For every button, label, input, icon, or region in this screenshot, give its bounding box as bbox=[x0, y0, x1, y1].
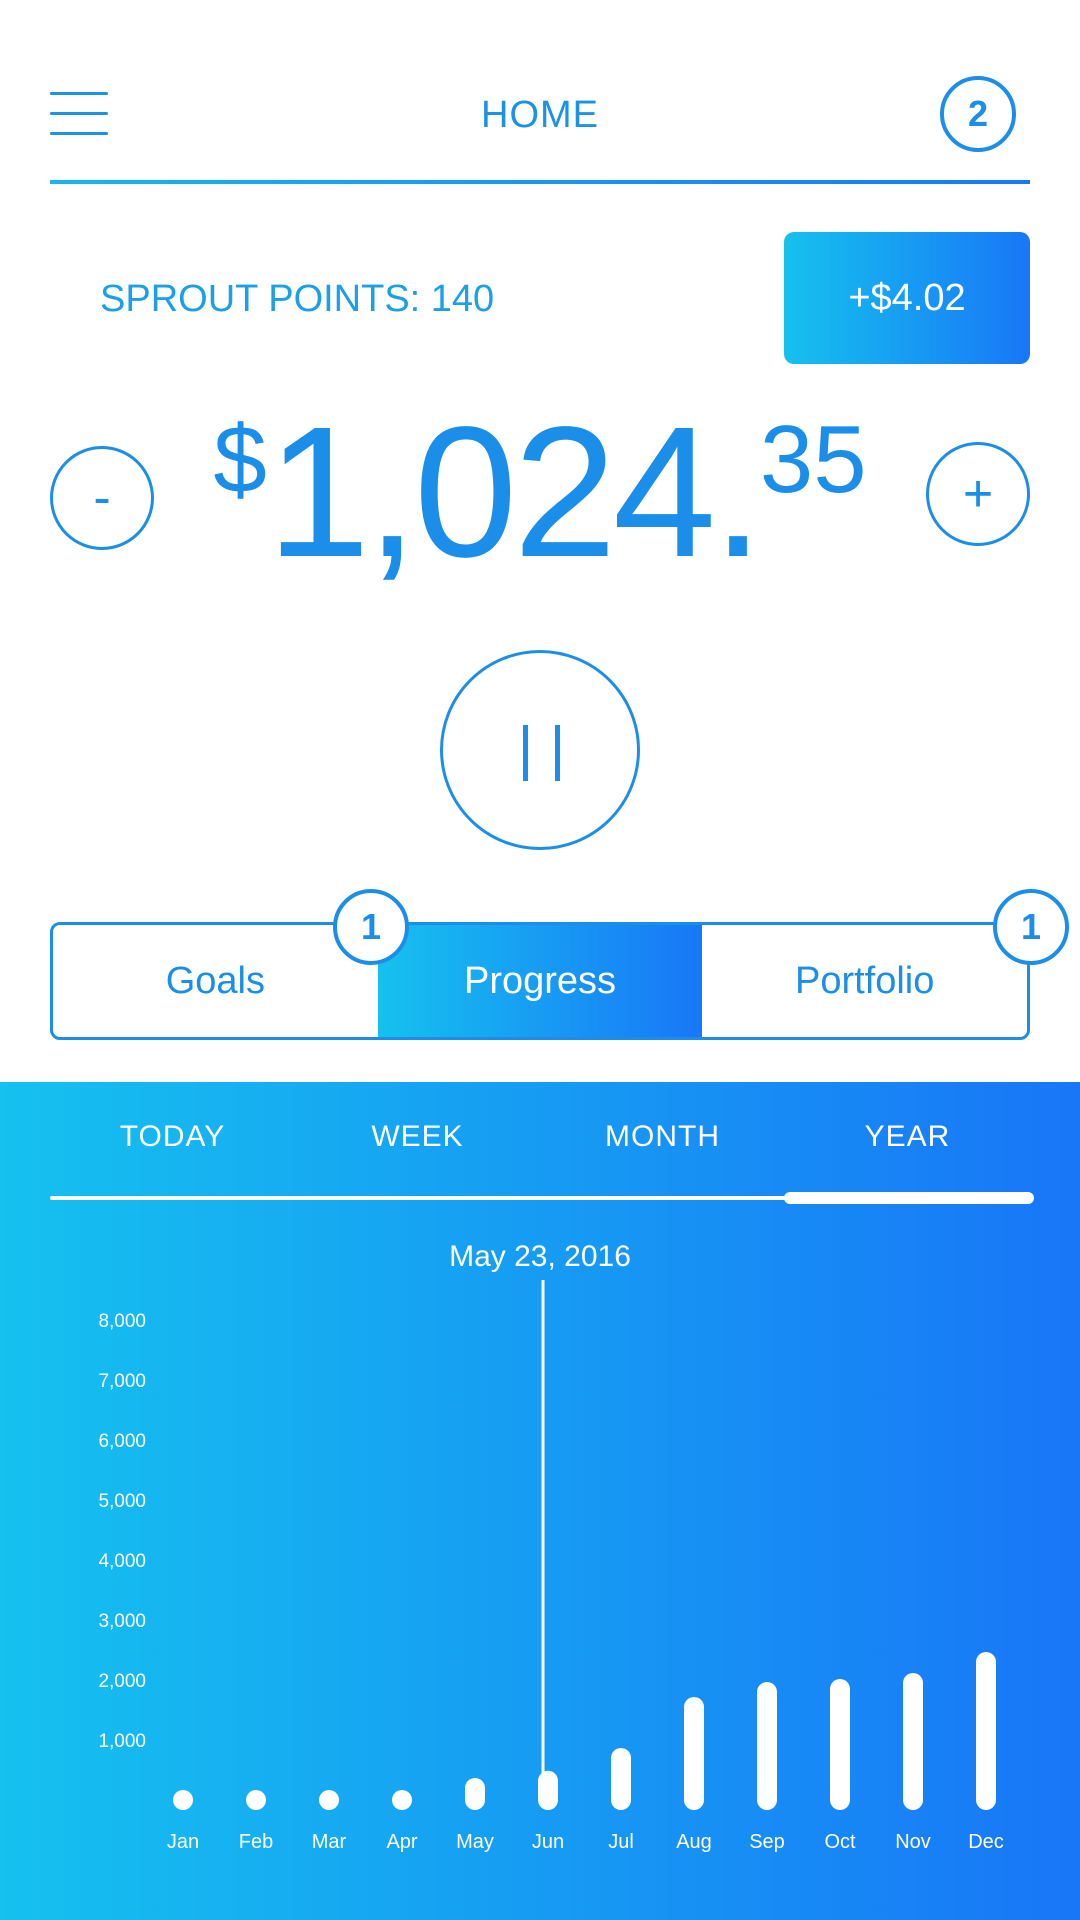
tab-portfolio[interactable]: Portfolio bbox=[702, 925, 1027, 1037]
gain-button[interactable]: +$4.02 bbox=[784, 232, 1030, 364]
y-tick-label: 6,000 bbox=[98, 1431, 146, 1452]
chart-bar[interactable] bbox=[830, 1679, 850, 1810]
section-tabs: Goals Progress Portfolio 1 1 bbox=[50, 889, 1069, 1040]
x-tick-label: Mar bbox=[312, 1831, 347, 1853]
chart-bar[interactable] bbox=[903, 1673, 923, 1810]
progress-chart: 1,000 2,000 3,000 4,000 5,000 6,000 7,000 8,000… bbox=[98, 1280, 1004, 1853]
notification-badge[interactable]: 2 bbox=[940, 76, 1016, 152]
pause-icon bbox=[523, 725, 528, 781]
chart-bar[interactable] bbox=[392, 1790, 412, 1810]
chart-bar[interactable] bbox=[173, 1790, 193, 1810]
y-tick-label: 8,000 bbox=[98, 1311, 146, 1332]
x-tick-label: Jun bbox=[532, 1831, 564, 1853]
chart-bar[interactable] bbox=[684, 1697, 704, 1810]
chart-bar[interactable] bbox=[538, 1770, 558, 1810]
tab-progress[interactable]: Progress bbox=[377, 925, 703, 1037]
x-tick-label: Nov bbox=[895, 1831, 931, 1853]
y-tick-label: 7,000 bbox=[98, 1371, 146, 1392]
chart-bar[interactable] bbox=[246, 1790, 266, 1810]
chart-bar[interactable] bbox=[465, 1778, 485, 1810]
x-tick-label: Jan bbox=[167, 1831, 199, 1853]
chart-bar[interactable] bbox=[611, 1748, 631, 1810]
goals-badge: 1 bbox=[333, 889, 409, 965]
page-title: HOME bbox=[481, 94, 599, 136]
balance-amount: $1,024.35 bbox=[0, 400, 1080, 586]
tab-goals[interactable]: Goals bbox=[53, 925, 378, 1037]
y-tick-label: 3,000 bbox=[98, 1611, 146, 1632]
portfolio-badge: 1 bbox=[993, 889, 1069, 965]
x-tick-label: Apr bbox=[386, 1831, 417, 1853]
x-tick-label: Jul bbox=[608, 1831, 634, 1853]
progress-panel: TODAY WEEK MONTH YEAR May 23, 2016 1,000… bbox=[0, 1082, 1080, 1920]
x-tick-label: Sep bbox=[749, 1831, 785, 1853]
increase-button[interactable]: + bbox=[926, 442, 1030, 546]
header: HOME 2 bbox=[0, 0, 1080, 186]
x-tick-label: Feb bbox=[239, 1831, 273, 1853]
header-divider bbox=[50, 180, 1030, 184]
sprout-points-label: SPROUT POINTS: 140 bbox=[100, 278, 495, 320]
balance-whole: 1,024. bbox=[266, 389, 764, 596]
x-tick-label: Aug bbox=[676, 1831, 712, 1853]
y-tick-label: 2,000 bbox=[98, 1671, 146, 1692]
y-tick-label: 5,000 bbox=[98, 1491, 146, 1512]
y-tick-label: 1,000 bbox=[98, 1731, 146, 1752]
x-tick-label: May bbox=[456, 1831, 494, 1853]
y-tick-label: 4,000 bbox=[98, 1551, 146, 1572]
balance-currency: $ bbox=[213, 406, 267, 513]
pause-button[interactable] bbox=[440, 650, 640, 850]
x-tick-label: Oct bbox=[824, 1831, 856, 1853]
chart-bar[interactable] bbox=[757, 1682, 777, 1810]
balance-cents: 35 bbox=[759, 406, 867, 513]
chart-bar[interactable] bbox=[319, 1790, 339, 1810]
x-tick-label: Dec bbox=[968, 1831, 1004, 1853]
chart-bar[interactable] bbox=[976, 1652, 996, 1810]
